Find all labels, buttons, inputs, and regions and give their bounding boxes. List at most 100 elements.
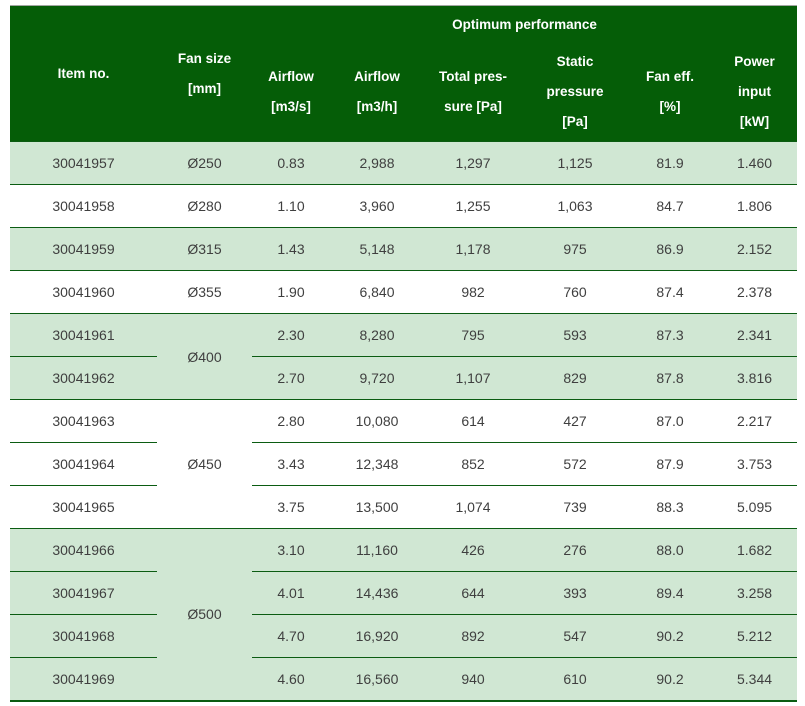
col-header-label: Airflow xyxy=(252,62,330,92)
airflow-m3h-cell: 16,560 xyxy=(330,658,424,701)
col-header-label: input xyxy=(712,77,797,107)
static-pressure-cell: 739 xyxy=(522,486,628,529)
power-input-cell: 3.753 xyxy=(712,443,797,486)
col-header-label: Item no. xyxy=(10,59,157,89)
power-input-cell: 1.460 xyxy=(712,142,797,185)
static-pressure-cell: 393 xyxy=(522,572,628,615)
col-header-label: [mm] xyxy=(157,74,252,104)
power-input-cell: 2.152 xyxy=(712,228,797,271)
fan-size-cell: Ø315 xyxy=(157,228,252,271)
power-input-cell: 5.212 xyxy=(712,615,797,658)
total-pressure-cell: 426 xyxy=(424,529,522,572)
col-header-total-pressure: Total pres- sure [Pa] xyxy=(424,44,522,142)
airflow-m3s-cell: 4.60 xyxy=(252,658,330,701)
item-no-cell: 30041960 xyxy=(10,271,157,314)
power-input-cell: 1.806 xyxy=(712,185,797,228)
col-header-static-pressure: Static pressure [Pa] xyxy=(522,44,628,142)
airflow-m3h-cell: 10,080 xyxy=(330,400,424,443)
col-header-fan-size: Fan size [mm] xyxy=(157,6,252,142)
airflow-m3s-cell: 3.75 xyxy=(252,486,330,529)
table-row: 30041959 Ø315 1.43 5,148 1,178 975 86.9 … xyxy=(10,228,797,271)
airflow-m3h-cell: 9,720 xyxy=(330,357,424,400)
airflow-m3h-cell: 11,160 xyxy=(330,529,424,572)
airflow-m3s-cell: 4.70 xyxy=(252,615,330,658)
item-no-cell: 30041965 xyxy=(10,486,157,529)
total-pressure-cell: 892 xyxy=(424,615,522,658)
fan-eff-cell: 87.0 xyxy=(628,400,712,443)
fan-eff-cell: 90.2 xyxy=(628,658,712,701)
col-header-label: [m3/s] xyxy=(252,92,330,122)
catalog-page: Item no. Fan size [mm] Optimum performan… xyxy=(0,0,805,706)
fan-size-cell: Ø355 xyxy=(157,271,252,314)
table-row: 30041969 4.60 16,560 940 610 90.2 5.344 xyxy=(10,658,797,701)
fan-eff-cell: 87.9 xyxy=(628,443,712,486)
table-row: 30041961 Ø400 2.30 8,280 795 593 87.3 2.… xyxy=(10,314,797,357)
group-header-optimum-performance: Optimum performance xyxy=(252,6,797,44)
table-row: 30041967 4.01 14,436 644 393 89.4 3.258 xyxy=(10,572,797,615)
fan-eff-cell: 87.3 xyxy=(628,314,712,357)
fan-eff-cell: 87.8 xyxy=(628,357,712,400)
fan-performance-table: Item no. Fan size [mm] Optimum performan… xyxy=(10,5,797,702)
fan-eff-cell: 86.9 xyxy=(628,228,712,271)
fan-eff-cell: 90.2 xyxy=(628,615,712,658)
airflow-m3h-cell: 3,960 xyxy=(330,185,424,228)
table-header: Item no. Fan size [mm] Optimum performan… xyxy=(10,6,797,142)
col-header-label: Power xyxy=(712,47,797,77)
col-header-label: [Pa] xyxy=(522,107,628,137)
table-row: 30041963 Ø450 2.80 10,080 614 427 87.0 2… xyxy=(10,400,797,443)
group-header-row: Item no. Fan size [mm] Optimum performan… xyxy=(10,6,797,44)
static-pressure-cell: 610 xyxy=(522,658,628,701)
item-no-cell: 30041962 xyxy=(10,357,157,400)
fan-size-cell: Ø250 xyxy=(157,142,252,185)
airflow-m3h-cell: 14,436 xyxy=(330,572,424,615)
table-row: 30041965 3.75 13,500 1,074 739 88.3 5.09… xyxy=(10,486,797,529)
total-pressure-cell: 1,255 xyxy=(424,185,522,228)
col-header-label: sure [Pa] xyxy=(424,92,522,122)
static-pressure-cell: 593 xyxy=(522,314,628,357)
item-no-cell: 30041969 xyxy=(10,658,157,701)
total-pressure-cell: 982 xyxy=(424,271,522,314)
airflow-m3s-cell: 0.83 xyxy=(252,142,330,185)
fan-eff-cell: 89.4 xyxy=(628,572,712,615)
total-pressure-cell: 795 xyxy=(424,314,522,357)
power-input-cell: 2.217 xyxy=(712,400,797,443)
table-row: 30041964 3.43 12,348 852 572 87.9 3.753 xyxy=(10,443,797,486)
total-pressure-cell: 614 xyxy=(424,400,522,443)
static-pressure-cell: 760 xyxy=(522,271,628,314)
total-pressure-cell: 852 xyxy=(424,443,522,486)
airflow-m3s-cell: 1.10 xyxy=(252,185,330,228)
col-header-airflow-m3s: Airflow [m3/s] xyxy=(252,44,330,142)
col-header-label: pressure xyxy=(522,77,628,107)
power-input-cell: 1.682 xyxy=(712,529,797,572)
col-header-airflow-m3h: Airflow [m3/h] xyxy=(330,44,424,142)
power-input-cell: 5.344 xyxy=(712,658,797,701)
table-row: 30041966 Ø500 3.10 11,160 426 276 88.0 1… xyxy=(10,529,797,572)
power-input-cell: 3.816 xyxy=(712,357,797,400)
static-pressure-cell: 975 xyxy=(522,228,628,271)
col-header-label: Fan eff. xyxy=(628,62,712,92)
airflow-m3h-cell: 12,348 xyxy=(330,443,424,486)
airflow-m3s-cell: 1.90 xyxy=(252,271,330,314)
item-no-cell: 30041966 xyxy=(10,529,157,572)
col-header-label: Fan size xyxy=(157,44,252,74)
item-no-cell: 30041964 xyxy=(10,443,157,486)
fan-size-cell: Ø450 xyxy=(157,400,252,529)
item-no-cell: 30041968 xyxy=(10,615,157,658)
static-pressure-cell: 547 xyxy=(522,615,628,658)
table-row: 30041957 Ø250 0.83 2,988 1,297 1,125 81.… xyxy=(10,142,797,185)
table-row: 30041962 2.70 9,720 1,107 829 87.8 3.816 xyxy=(10,357,797,400)
fan-eff-cell: 81.9 xyxy=(628,142,712,185)
airflow-m3s-cell: 1.43 xyxy=(252,228,330,271)
col-header-label: Airflow xyxy=(330,62,424,92)
airflow-m3h-cell: 16,920 xyxy=(330,615,424,658)
fan-eff-cell: 88.3 xyxy=(628,486,712,529)
total-pressure-cell: 1,074 xyxy=(424,486,522,529)
total-pressure-cell: 1,107 xyxy=(424,357,522,400)
item-no-cell: 30041957 xyxy=(10,142,157,185)
airflow-m3s-cell: 3.43 xyxy=(252,443,330,486)
col-header-power-input: Power input [kW] xyxy=(712,44,797,142)
airflow-m3h-cell: 8,280 xyxy=(330,314,424,357)
item-no-cell: 30041958 xyxy=(10,185,157,228)
total-pressure-cell: 1,297 xyxy=(424,142,522,185)
static-pressure-cell: 829 xyxy=(522,357,628,400)
